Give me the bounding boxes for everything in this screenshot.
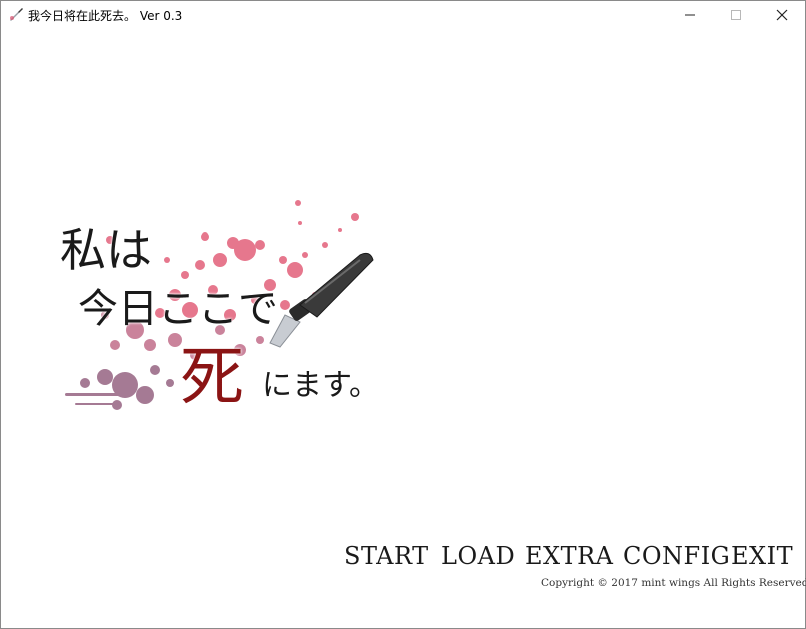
copyright-text: Copyright © 2017 mint wings All Rights R… (541, 577, 806, 589)
menu-exit[interactable]: EXIT (731, 542, 793, 572)
close-icon (776, 9, 788, 21)
maximize-button[interactable] (713, 1, 759, 29)
menu-config[interactable]: CONFIG (623, 542, 730, 572)
knife-app-icon (10, 8, 23, 21)
menu-load[interactable]: LOAD (441, 542, 515, 572)
minimize-icon (685, 14, 695, 16)
minimize-button[interactable] (667, 1, 713, 29)
title-bar[interactable]: 我今日将在此死去。 Ver 0.3 (1, 1, 805, 29)
logo-line-4: にます。 (262, 368, 379, 403)
menu-start[interactable]: START (344, 542, 429, 572)
logo-line-3: 死 (180, 341, 244, 415)
window-title: 我今日将在此死去。 Ver 0.3 (28, 9, 183, 23)
close-button[interactable] (759, 1, 805, 29)
logo-line-1: 私は (60, 223, 152, 277)
maximize-icon (731, 10, 741, 20)
menu-extra[interactable]: EXTRA (525, 542, 614, 572)
logo-line-2: 今日ここで (78, 286, 278, 332)
